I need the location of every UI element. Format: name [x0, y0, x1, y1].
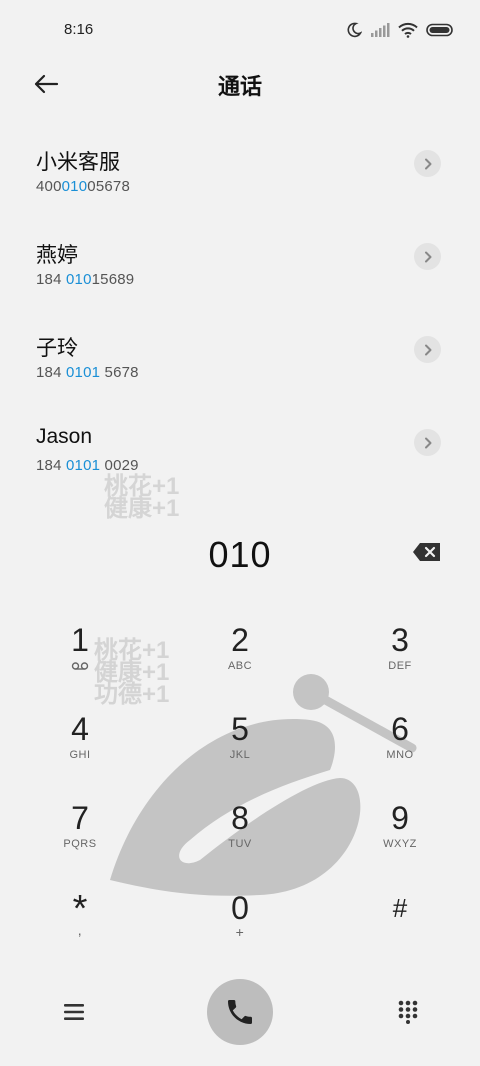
chevron-right-icon [424, 158, 431, 169]
key-0[interactable]: 0 + [190, 888, 290, 968]
backspace-icon[interactable] [412, 542, 442, 562]
key-9[interactable]: 9 WXYZ [350, 798, 450, 878]
bottom-bar [0, 978, 480, 1048]
call-button[interactable] [207, 979, 273, 1045]
status-icons [346, 22, 454, 38]
key-6[interactable]: 6 MNO [350, 709, 450, 789]
menu-button[interactable] [60, 998, 88, 1026]
contact-list: 小米客服 40001005678 燕婷 184 01015689 子玲 184 … [0, 132, 480, 504]
contact-detail-button[interactable] [414, 336, 441, 363]
key-5[interactable]: 5 JKL [190, 709, 290, 789]
chevron-right-icon [424, 344, 431, 355]
contact-number: 184 0101 0029 [36, 457, 139, 474]
contact-number: 184 0101 5678 [36, 364, 139, 381]
moon-icon [347, 22, 362, 38]
contact-number: 184 01015689 [36, 271, 135, 288]
menu-icon [64, 1004, 84, 1020]
contact-detail-button[interactable] [414, 429, 441, 456]
header: 通话 [0, 60, 480, 108]
chevron-right-icon [424, 251, 431, 262]
key-1[interactable]: 1 [30, 620, 130, 700]
contact-item[interactable]: 燕婷 184 01015689 [0, 225, 480, 318]
key-hash[interactable]: # [350, 888, 450, 968]
voicemail-icon [71, 662, 89, 670]
status-time: 8:16 [64, 21, 94, 38]
contact-detail-button[interactable] [414, 243, 441, 270]
key-star[interactable]: * , [30, 888, 130, 968]
contact-name: 燕婷 [36, 244, 78, 267]
page-title: 通话 [217, 74, 262, 99]
contact-item[interactable]: Jason 184 0101 0029 [0, 411, 480, 504]
dialed-number: 010 [208, 534, 272, 575]
key-4[interactable]: 4 GHI [30, 709, 130, 789]
key-2[interactable]: 2 ABC [190, 620, 290, 700]
chevron-right-icon [424, 437, 431, 448]
watermark-upper: 桃花+1 健康+1 [104, 473, 180, 522]
contact-number: 40001005678 [36, 178, 130, 195]
contact-item[interactable]: 小米客服 40001005678 [0, 132, 480, 225]
contact-item[interactable]: 子玲 184 0101 5678 [0, 318, 480, 411]
contact-name: Jason [36, 425, 93, 448]
key-3[interactable]: 3 DEF [350, 620, 450, 700]
key-8[interactable]: 8 TUV [190, 798, 290, 878]
contact-name: 子玲 [36, 337, 78, 360]
key-7[interactable]: 7 PQRS [30, 798, 130, 878]
dial-display: 010 [0, 530, 480, 580]
status-bar: 8:16 [0, 0, 480, 60]
dialpad-toggle-button[interactable] [394, 998, 422, 1026]
contact-detail-button[interactable] [414, 150, 441, 177]
battery-icon [426, 23, 453, 37]
dialpad-icon [398, 1000, 418, 1024]
signal-icon [371, 23, 390, 37]
contact-name: 小米客服 [36, 151, 120, 174]
wifi-icon [398, 22, 418, 38]
phone-icon [228, 1000, 252, 1024]
